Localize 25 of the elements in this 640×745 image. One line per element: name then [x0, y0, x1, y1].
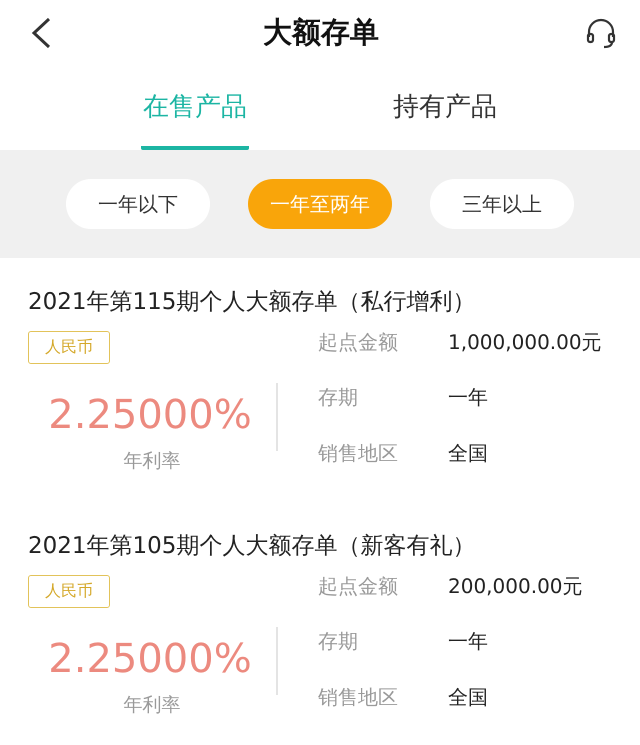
product-title[interactable]: 2021年第115期个人大额存单（私行增利）: [28, 286, 614, 317]
detail-label: 起点金额: [318, 573, 399, 600]
detail-value: 全国: [448, 440, 489, 467]
detail-value: 一年: [448, 628, 489, 656]
currency-tag: 人民币: [28, 575, 110, 608]
tab[interactable]: 持有产品: [391, 66, 499, 150]
interest-rate: 2.25000%: [47, 636, 253, 682]
detail-label: 销售地区: [318, 440, 399, 467]
interest-rate: 2.25000%: [47, 392, 253, 438]
filter-chip[interactable]: 一年以下: [66, 179, 210, 229]
detail-label: 销售地区: [318, 684, 399, 711]
detail-value: 一年: [448, 384, 489, 412]
page-title: 大额存单: [263, 14, 379, 51]
detail-value: 全国: [448, 684, 489, 711]
currency-tag: 人民币: [28, 331, 110, 364]
headset-icon[interactable]: [584, 16, 618, 50]
filter-chip[interactable]: 三年以上: [430, 179, 574, 229]
detail-label: 存期: [318, 384, 359, 412]
rate-label: 年利率: [122, 693, 182, 718]
product-title[interactable]: 2021年第105期个人大额存单（新客有礼）: [28, 530, 614, 561]
detail-label: 存期: [318, 628, 359, 656]
detail-label: 起点金额: [318, 329, 399, 356]
detail-value: 200,000.00元: [448, 573, 583, 600]
detail-value: 1,000,000.00元: [448, 329, 602, 356]
rate-label: 年利率: [122, 449, 182, 474]
